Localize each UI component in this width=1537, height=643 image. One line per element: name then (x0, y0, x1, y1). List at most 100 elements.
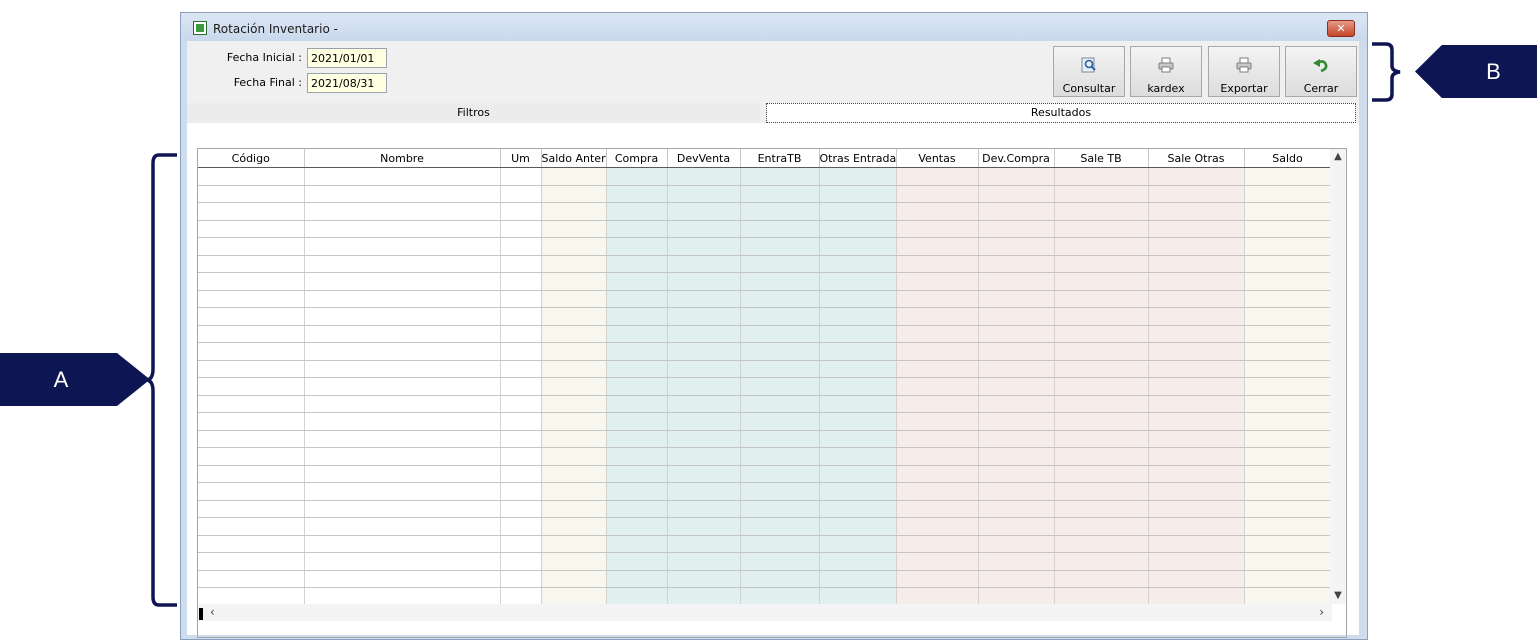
table-cell[interactable] (606, 552, 668, 571)
table-cell[interactable] (1148, 377, 1245, 396)
table-cell[interactable] (1244, 465, 1332, 483)
table-cell[interactable] (500, 535, 542, 553)
table-cell[interactable] (1244, 412, 1332, 431)
table-cell[interactable] (819, 290, 897, 308)
table-cell[interactable] (740, 570, 820, 588)
table-cell[interactable] (896, 552, 979, 571)
table-cell[interactable] (541, 342, 607, 361)
table-cell[interactable] (500, 185, 542, 203)
column-header[interactable]: EntraTB (740, 149, 820, 168)
table-cell[interactable] (896, 237, 979, 256)
table-cell[interactable] (1054, 360, 1149, 378)
table-cell[interactable] (606, 325, 668, 343)
table-cell[interactable] (667, 237, 741, 256)
column-header[interactable]: Ventas (896, 149, 979, 168)
table-cell[interactable] (978, 202, 1055, 221)
table-cell[interactable] (1244, 377, 1332, 396)
table-cell[interactable] (198, 587, 305, 606)
table-cell[interactable] (606, 587, 668, 606)
table-cell[interactable] (896, 517, 979, 536)
table-cell[interactable] (500, 447, 542, 466)
table-cell[interactable] (667, 220, 741, 238)
table-cell[interactable] (198, 535, 305, 553)
table-cell[interactable] (819, 465, 897, 483)
table-cell[interactable] (896, 535, 979, 553)
table-cell[interactable] (740, 447, 820, 466)
table-row[interactable] (198, 220, 1332, 238)
table-cell[interactable] (1244, 500, 1332, 518)
scroll-up-icon[interactable]: ▲ (1330, 149, 1346, 165)
table-cell[interactable] (667, 570, 741, 588)
table-cell[interactable] (500, 255, 542, 273)
table-cell[interactable] (198, 237, 305, 256)
table-cell[interactable] (500, 465, 542, 483)
table-cell[interactable] (606, 500, 668, 518)
table-cell[interactable] (500, 430, 542, 448)
table-cell[interactable] (978, 482, 1055, 501)
table-cell[interactable] (667, 202, 741, 221)
table-cell[interactable] (819, 237, 897, 256)
table-cell[interactable] (740, 377, 820, 396)
table-cell[interactable] (304, 220, 501, 238)
table-cell[interactable] (541, 202, 607, 221)
tab-filtros[interactable]: Filtros (187, 103, 760, 123)
column-header[interactable]: Nombre (304, 149, 501, 168)
table-cell[interactable] (1054, 587, 1149, 606)
table-cell[interactable] (500, 307, 542, 326)
table-cell[interactable] (667, 272, 741, 291)
scroll-right-icon[interactable]: › (1319, 604, 1324, 621)
table-cell[interactable] (978, 430, 1055, 448)
table-cell[interactable] (304, 325, 501, 343)
table-cell[interactable] (819, 220, 897, 238)
table-cell[interactable] (740, 412, 820, 431)
table-row[interactable] (198, 447, 1332, 466)
table-cell[interactable] (541, 272, 607, 291)
table-cell[interactable] (1054, 482, 1149, 501)
table-cell[interactable] (819, 185, 897, 203)
table-cell[interactable] (978, 395, 1055, 413)
table-cell[interactable] (978, 500, 1055, 518)
table-cell[interactable] (606, 395, 668, 413)
table-cell[interactable] (541, 185, 607, 203)
table-cell[interactable] (978, 587, 1055, 606)
table-row[interactable] (198, 237, 1332, 256)
table-row[interactable] (198, 412, 1332, 431)
table-cell[interactable] (740, 255, 820, 273)
table-row[interactable] (198, 377, 1332, 396)
table-cell[interactable] (819, 535, 897, 553)
table-cell[interactable] (198, 377, 305, 396)
table-cell[interactable] (978, 255, 1055, 273)
table-row[interactable] (198, 307, 1332, 326)
table-cell[interactable] (978, 325, 1055, 343)
table-cell[interactable] (541, 360, 607, 378)
table-cell[interactable] (819, 272, 897, 291)
table-cell[interactable] (606, 202, 668, 221)
table-cell[interactable] (819, 325, 897, 343)
table-cell[interactable] (1148, 465, 1245, 483)
table-cell[interactable] (1054, 307, 1149, 326)
table-cell[interactable] (978, 465, 1055, 483)
table-row[interactable] (198, 517, 1332, 536)
table-cell[interactable] (978, 447, 1055, 466)
table-cell[interactable] (541, 377, 607, 396)
table-cell[interactable] (500, 587, 542, 606)
table-cell[interactable] (1054, 552, 1149, 571)
table-cell[interactable] (541, 535, 607, 553)
table-row[interactable] (198, 167, 1332, 186)
table-cell[interactable] (896, 500, 979, 518)
table-cell[interactable] (500, 272, 542, 291)
table-cell[interactable] (606, 167, 668, 186)
table-cell[interactable] (541, 500, 607, 518)
table-cell[interactable] (667, 185, 741, 203)
table-cell[interactable] (198, 272, 305, 291)
table-cell[interactable] (819, 500, 897, 518)
table-cell[interactable] (1148, 237, 1245, 256)
table-row[interactable] (198, 430, 1332, 448)
table-cell[interactable] (1054, 185, 1149, 203)
table-cell[interactable] (500, 552, 542, 571)
table-cell[interactable] (1148, 570, 1245, 588)
table-cell[interactable] (1054, 395, 1149, 413)
table-cell[interactable] (1148, 290, 1245, 308)
table-cell[interactable] (541, 517, 607, 536)
table-cell[interactable] (541, 482, 607, 501)
